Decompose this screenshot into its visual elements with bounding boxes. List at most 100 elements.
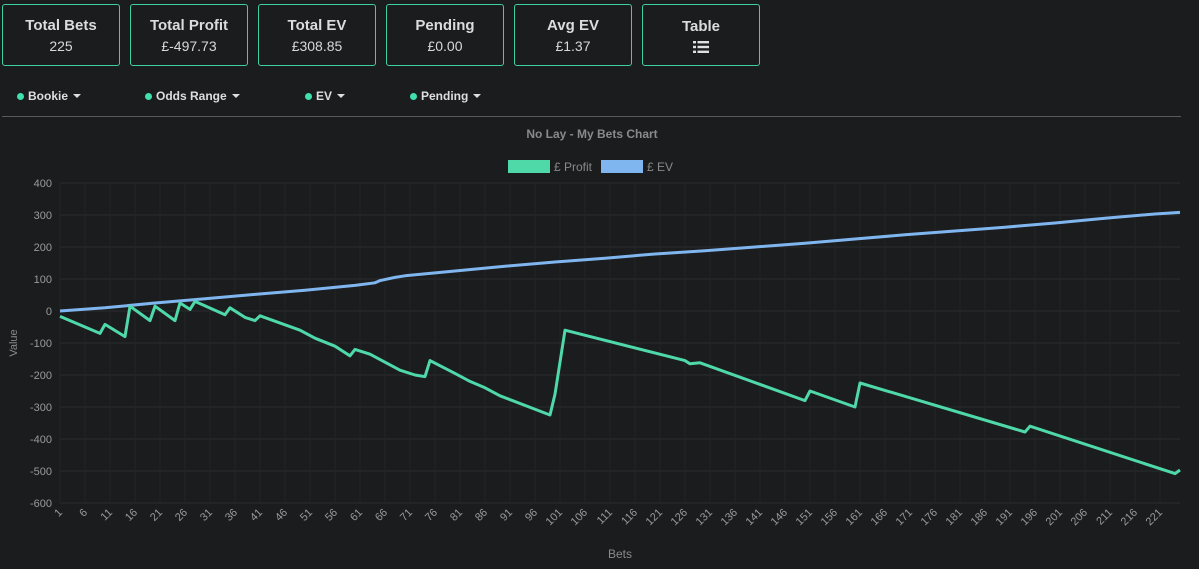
stat-value: £1.37	[555, 37, 591, 54]
x-tick-label: 6	[77, 507, 90, 520]
x-tick-label: 176	[919, 507, 940, 528]
x-tick-label: 21	[148, 507, 165, 524]
stat-card-avg-ev: Avg EV £1.37	[514, 4, 632, 66]
series-line-ev	[59, 210, 1181, 313]
x-tick-label: 111	[595, 507, 615, 527]
status-dot	[145, 92, 152, 100]
x-tick-label: 116	[619, 507, 640, 528]
filter-label: Pending	[421, 89, 469, 103]
x-tick-label: 66	[373, 507, 390, 524]
table-view-button[interactable]: Table	[642, 4, 760, 66]
x-tick-label: 126	[669, 507, 690, 528]
filter-ev-dropdown[interactable]: EV	[305, 89, 346, 103]
x-tick-label: 36	[223, 507, 240, 524]
stat-card-total-profit: Total Profit £-497.73	[130, 4, 248, 66]
status-dot	[410, 92, 417, 100]
x-tick-label: 156	[819, 507, 840, 528]
x-tick-label: 201	[1044, 507, 1065, 528]
y-tick-label: 100	[34, 274, 52, 286]
filter-label: Odds Range	[156, 89, 227, 103]
stat-label: Total EV	[287, 16, 347, 34]
x-axis-ticks: 1 6 11 16 21 26 31 36 41 46 51 56 61 66 71 76 81 86 91 96 10…	[52, 507, 1165, 528]
x-tick-label: 186	[969, 507, 990, 528]
y-tick-label: -200	[30, 370, 52, 382]
list-icon	[693, 40, 709, 53]
x-tick-label: 221	[1144, 507, 1165, 528]
caret-down-icon	[231, 94, 240, 98]
x-tick-label: 31	[198, 507, 215, 524]
x-tick-label: 56	[323, 507, 340, 524]
stat-value: 225	[49, 37, 73, 54]
stat-label: Total Bets	[25, 16, 97, 34]
x-tick-label: 46	[273, 507, 290, 524]
legend-label-profit: £ Profit	[554, 160, 593, 174]
y-tick-label: -300	[30, 402, 52, 414]
x-tick-label: 171	[894, 507, 915, 528]
x-tick-label: 11	[99, 507, 116, 524]
status-dot	[305, 92, 312, 100]
legend-label-ev: £ EV	[647, 160, 673, 174]
x-tick-label: 166	[869, 507, 890, 528]
stat-card-total-bets: Total Bets 225	[2, 4, 120, 66]
stat-label: Pending	[415, 16, 475, 34]
x-tick-label: 216	[1119, 507, 1140, 528]
x-tick-label: 71	[398, 507, 415, 524]
caret-down-icon	[73, 94, 82, 98]
caret-down-icon	[473, 94, 482, 98]
y-tick-label: -500	[30, 466, 52, 478]
x-tick-label: 61	[348, 507, 365, 524]
stat-value: £-497.73	[161, 37, 217, 54]
y-tick-label: 0	[46, 306, 52, 318]
x-tick-label: 106	[569, 507, 590, 528]
stats-bar: Total Bets 225 Total Profit £-497.73 Tot…	[2, 4, 760, 66]
y-axis-label: Value	[8, 329, 20, 356]
x-tick-label: 1	[52, 507, 65, 520]
x-tick-label: 211	[1094, 507, 1115, 528]
x-tick-label: 206	[1069, 507, 1090, 528]
x-tick-label: 51	[298, 507, 315, 524]
legend-item-profit[interactable]: £ Profit	[508, 160, 593, 174]
stat-label: Total Profit	[149, 16, 229, 34]
x-tick-label: 101	[544, 507, 565, 528]
x-tick-label: 181	[944, 507, 965, 528]
stat-value: £0.00	[427, 37, 463, 54]
chart-legend: £ Profit £ EV	[508, 160, 673, 174]
y-tick-label: -400	[30, 434, 52, 446]
x-tick-label: 16	[123, 507, 140, 524]
stat-card-total-ev: Total EV £308.85	[258, 4, 376, 66]
filter-label: Bookie	[28, 89, 69, 103]
y-tick-label: 400	[34, 178, 52, 190]
x-tick-label: 141	[744, 507, 765, 528]
x-tick-label: 26	[173, 507, 190, 524]
filter-odds-range-dropdown[interactable]: Odds Range	[145, 89, 240, 103]
x-tick-label: 151	[794, 507, 815, 528]
legend-swatch-profit	[508, 160, 550, 173]
filter-pending-dropdown[interactable]: Pending	[410, 89, 482, 103]
stat-label: Avg EV	[547, 16, 599, 34]
x-tick-label: 136	[719, 507, 740, 528]
stat-card-pending: Pending £0.00	[386, 4, 504, 66]
status-dot	[17, 92, 24, 100]
legend-swatch-ev	[601, 160, 643, 173]
legend-item-ev[interactable]: £ EV	[601, 160, 673, 174]
y-tick-label: 200	[34, 242, 52, 254]
y-tick-label: -600	[30, 498, 52, 510]
x-tick-label: 81	[448, 507, 465, 524]
x-tick-label: 91	[498, 507, 515, 524]
x-tick-label: 196	[1019, 507, 1040, 528]
x-tick-label: 131	[694, 507, 715, 528]
y-axis-ticks: 400 300 200 100 0 -100 -200 -300 -400 -500 -600	[30, 178, 52, 510]
stat-label: Table	[681, 17, 721, 35]
filter-label: EV	[316, 89, 333, 103]
caret-down-icon	[337, 94, 346, 98]
x-tick-label: 121	[644, 507, 665, 528]
x-axis-label: Bets	[608, 547, 632, 561]
x-tick-label: 96	[523, 507, 540, 524]
divider	[2, 116, 1181, 117]
x-tick-label: 86	[473, 507, 490, 524]
series-line-profit	[59, 299, 1181, 476]
filter-bar: Bookie Odds Range EV Pending	[0, 89, 1199, 105]
x-tick-label: 41	[248, 507, 265, 524]
bets-chart: No Lay - My Bets Chart £ Profit £ EV 400…	[8, 127, 1181, 561]
filter-bookie-dropdown[interactable]: Bookie	[17, 89, 82, 103]
